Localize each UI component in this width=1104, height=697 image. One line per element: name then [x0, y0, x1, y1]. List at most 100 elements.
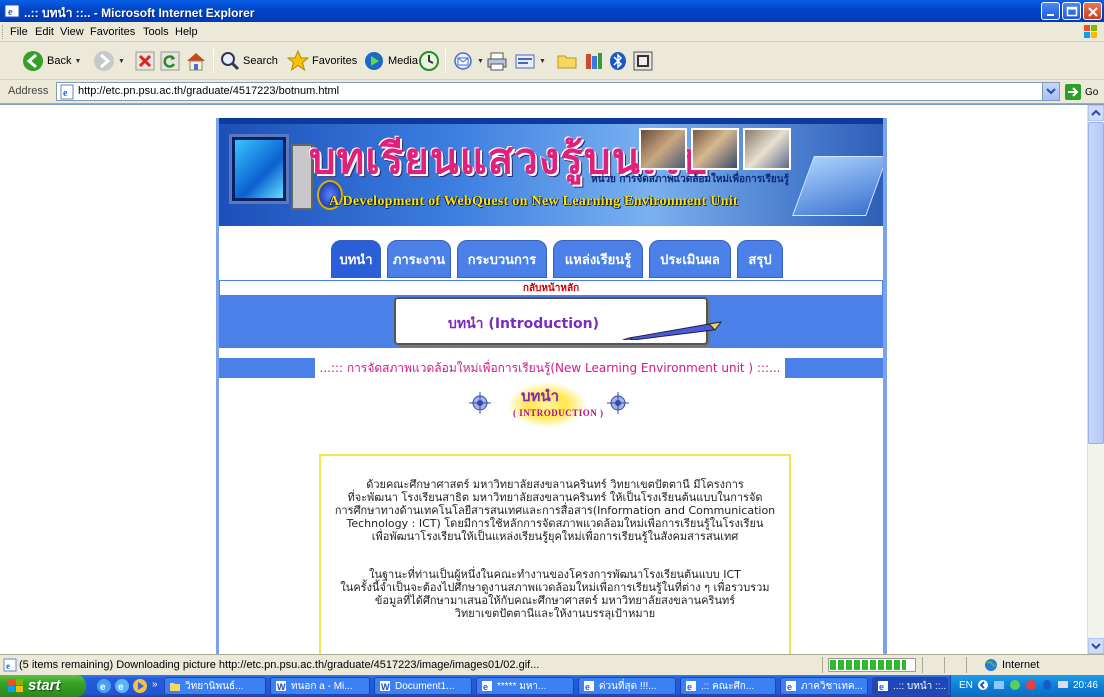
intro-paragraph-2: ในฐานะที่ท่านเป็นผู้หนึ่งในคณะทำงานของโค… — [321, 568, 789, 620]
print-button[interactable] — [486, 48, 508, 74]
forward-dropdown-icon[interactable]: ▼ — [118, 58, 125, 65]
tray-monitor-icon[interactable] — [1057, 679, 1069, 691]
intro-heading: บทนำ (Introduction) — [448, 316, 599, 332]
task-button[interactable]: W Document1... — [374, 677, 472, 695]
windows-flag-icon — [8, 679, 23, 692]
address-input[interactable]: e http://etc.pn.psu.ac.th/graduate/45172… — [56, 82, 1060, 101]
ie-window-icon[interactable]: e — [4, 3, 20, 19]
page-frame: บทเรียนแสวงรู้บนเว็บ หน่วย การจัดสภาพแวด… — [216, 118, 887, 654]
edit-dropdown-icon[interactable]: ▼ — [539, 58, 546, 65]
browser-viewport[interactable]: บทเรียนแสวงรู้บนเว็บ หน่วย การจัดสภาพแวด… — [0, 104, 1104, 654]
tab-resources[interactable]: แหล่งเรียนรู้ — [553, 240, 643, 278]
task-label: ..:: บทนำ ::... — [893, 680, 948, 692]
folder-icon — [170, 683, 180, 691]
go-arrow-icon — [1065, 84, 1081, 100]
back-dropdown-icon[interactable]: ▼ — [74, 58, 81, 65]
task-button[interactable]: วิทยานิพนธ์... — [164, 677, 266, 695]
minimize-button[interactable] — [1041, 2, 1060, 20]
tray-antivirus-icon[interactable] — [1025, 679, 1037, 691]
task-button[interactable]: e .:: คณะศึก... — [680, 677, 776, 695]
favorites-button[interactable]: Favorites — [287, 48, 357, 74]
menu-help[interactable]: Help — [175, 26, 198, 38]
start-button[interactable]: start — [0, 675, 86, 697]
forward-button[interactable]: ▼ — [93, 48, 125, 74]
start-label: start — [28, 677, 61, 694]
pencil-icon — [622, 321, 723, 340]
search-button[interactable]: Search — [220, 48, 278, 74]
address-dropdown-button[interactable] — [1042, 83, 1059, 100]
menu-grip[interactable] — [2, 25, 5, 39]
language-indicator[interactable]: EN — [959, 680, 973, 691]
zone-label: Internet — [1002, 659, 1040, 671]
tab-process[interactable]: กระบวนการ — [457, 240, 547, 278]
messenger-button[interactable] — [633, 48, 653, 74]
history-icon — [419, 51, 439, 71]
discuss-button[interactable] — [556, 48, 578, 74]
favorites-star-icon — [287, 50, 309, 72]
status-text: (5 items remaining) Downloading picture … — [19, 659, 540, 671]
home-link[interactable]: กลับหน้าหลัก — [220, 281, 882, 296]
ie-page-icon: e — [686, 681, 696, 692]
go-button[interactable]: Go — [1064, 83, 1098, 101]
task-button[interactable]: W ทนอก a - Mi... — [270, 677, 370, 695]
tray-bluetooth-icon[interactable] — [1041, 679, 1053, 691]
vertical-scrollbar[interactable] — [1087, 105, 1104, 654]
tab-conclusion[interactable]: สรุป — [737, 240, 783, 278]
menu-tools[interactable]: Tools — [143, 26, 169, 38]
tab-task[interactable]: ภาระงาน — [387, 240, 451, 278]
menu-favorites[interactable]: Favorites — [90, 26, 135, 38]
quicklaunch-more-icon[interactable]: » — [152, 679, 158, 690]
paragraph-line: ในฐานะที่ท่านเป็นผู้หนึ่งในคณะทำงานของโค… — [369, 568, 741, 581]
close-button[interactable] — [1083, 2, 1102, 20]
security-zone: Internet — [984, 658, 1039, 672]
download-progress-bar — [828, 658, 916, 672]
svg-text:e: e — [787, 682, 792, 692]
stop-button[interactable] — [135, 48, 155, 74]
menu-view[interactable]: View — [60, 26, 84, 38]
research-button[interactable] — [583, 48, 605, 74]
scroll-thumb[interactable] — [1088, 122, 1104, 444]
tray-network-icon[interactable] — [993, 679, 1005, 691]
svg-text:e: e — [118, 682, 124, 693]
svg-text:e: e — [879, 682, 884, 692]
paragraph-line: ข้อมูลที่ได้ศึกษามาเสนอให้กับคณะศึกษาศาส… — [374, 594, 736, 607]
scroll-up-button[interactable] — [1088, 105, 1104, 121]
task-label: วิทยานิพนธ์... — [185, 680, 244, 692]
task-button[interactable]: e ***** มหา... — [476, 677, 574, 695]
task-label: ทนอก a - Mi... — [291, 680, 353, 692]
back-button[interactable]: Back ▼ — [22, 48, 81, 74]
task-label: .:: คณะศึก... — [701, 680, 755, 692]
scroll-down-button[interactable] — [1088, 638, 1104, 654]
svg-text:W: W — [381, 682, 390, 692]
svg-text:e: e — [687, 682, 692, 692]
menu-file[interactable]: File — [10, 26, 28, 38]
address-url[interactable]: http://etc.pn.psu.ac.th/graduate/4517223… — [78, 85, 339, 97]
home-button[interactable] — [185, 48, 207, 74]
task-button[interactable]: e ด่วนที่สุด !!!... — [578, 677, 676, 695]
ie-quicklaunch-icon[interactable]: e — [96, 678, 112, 694]
media-button[interactable]: Media — [363, 48, 418, 74]
mail-button[interactable]: ▼ — [452, 48, 484, 74]
keyboard-graphic — [792, 156, 883, 216]
tab-evaluation[interactable]: ประเมินผล — [649, 240, 731, 278]
maximize-button[interactable] — [1062, 2, 1081, 20]
bluetooth-button[interactable] — [609, 48, 627, 74]
svg-text:e: e — [585, 682, 590, 692]
tab-introduction[interactable]: บทนำ — [331, 240, 381, 278]
intro-paragraph-1: ด้วยคณะศึกษาศาสตร์ มหาวิทยาลัยสงขลานคริน… — [321, 478, 789, 543]
unit-title: ...::: การจัดสภาพแวดล้อมใหม่เพื่อการเรีย… — [315, 358, 785, 378]
task-button-active[interactable]: e ..:: บทนำ ::... — [872, 677, 948, 695]
menu-edit[interactable]: Edit — [35, 26, 54, 38]
history-button[interactable] — [418, 48, 440, 74]
refresh-button[interactable] — [160, 48, 180, 74]
tray-security-icon[interactable] — [1009, 679, 1021, 691]
task-button[interactable]: e ภาควิชาเทค... — [780, 677, 868, 695]
tray-arrow-icon[interactable] — [977, 679, 989, 691]
status-bar: e (5 items remaining) Downloading pictur… — [0, 654, 1104, 675]
title-bar[interactable]: e ..:: บทนำ ::.. - Microsoft Internet Ex… — [0, 0, 1104, 22]
banner-subtitle: A Development of WebQuest on New Learnin… — [329, 194, 738, 209]
ie-quicklaunch-icon[interactable]: e — [114, 678, 130, 694]
mail-dropdown-icon[interactable]: ▼ — [477, 58, 484, 65]
media-quicklaunch-icon[interactable] — [132, 678, 148, 694]
edit-button[interactable]: ▼ — [514, 48, 546, 74]
